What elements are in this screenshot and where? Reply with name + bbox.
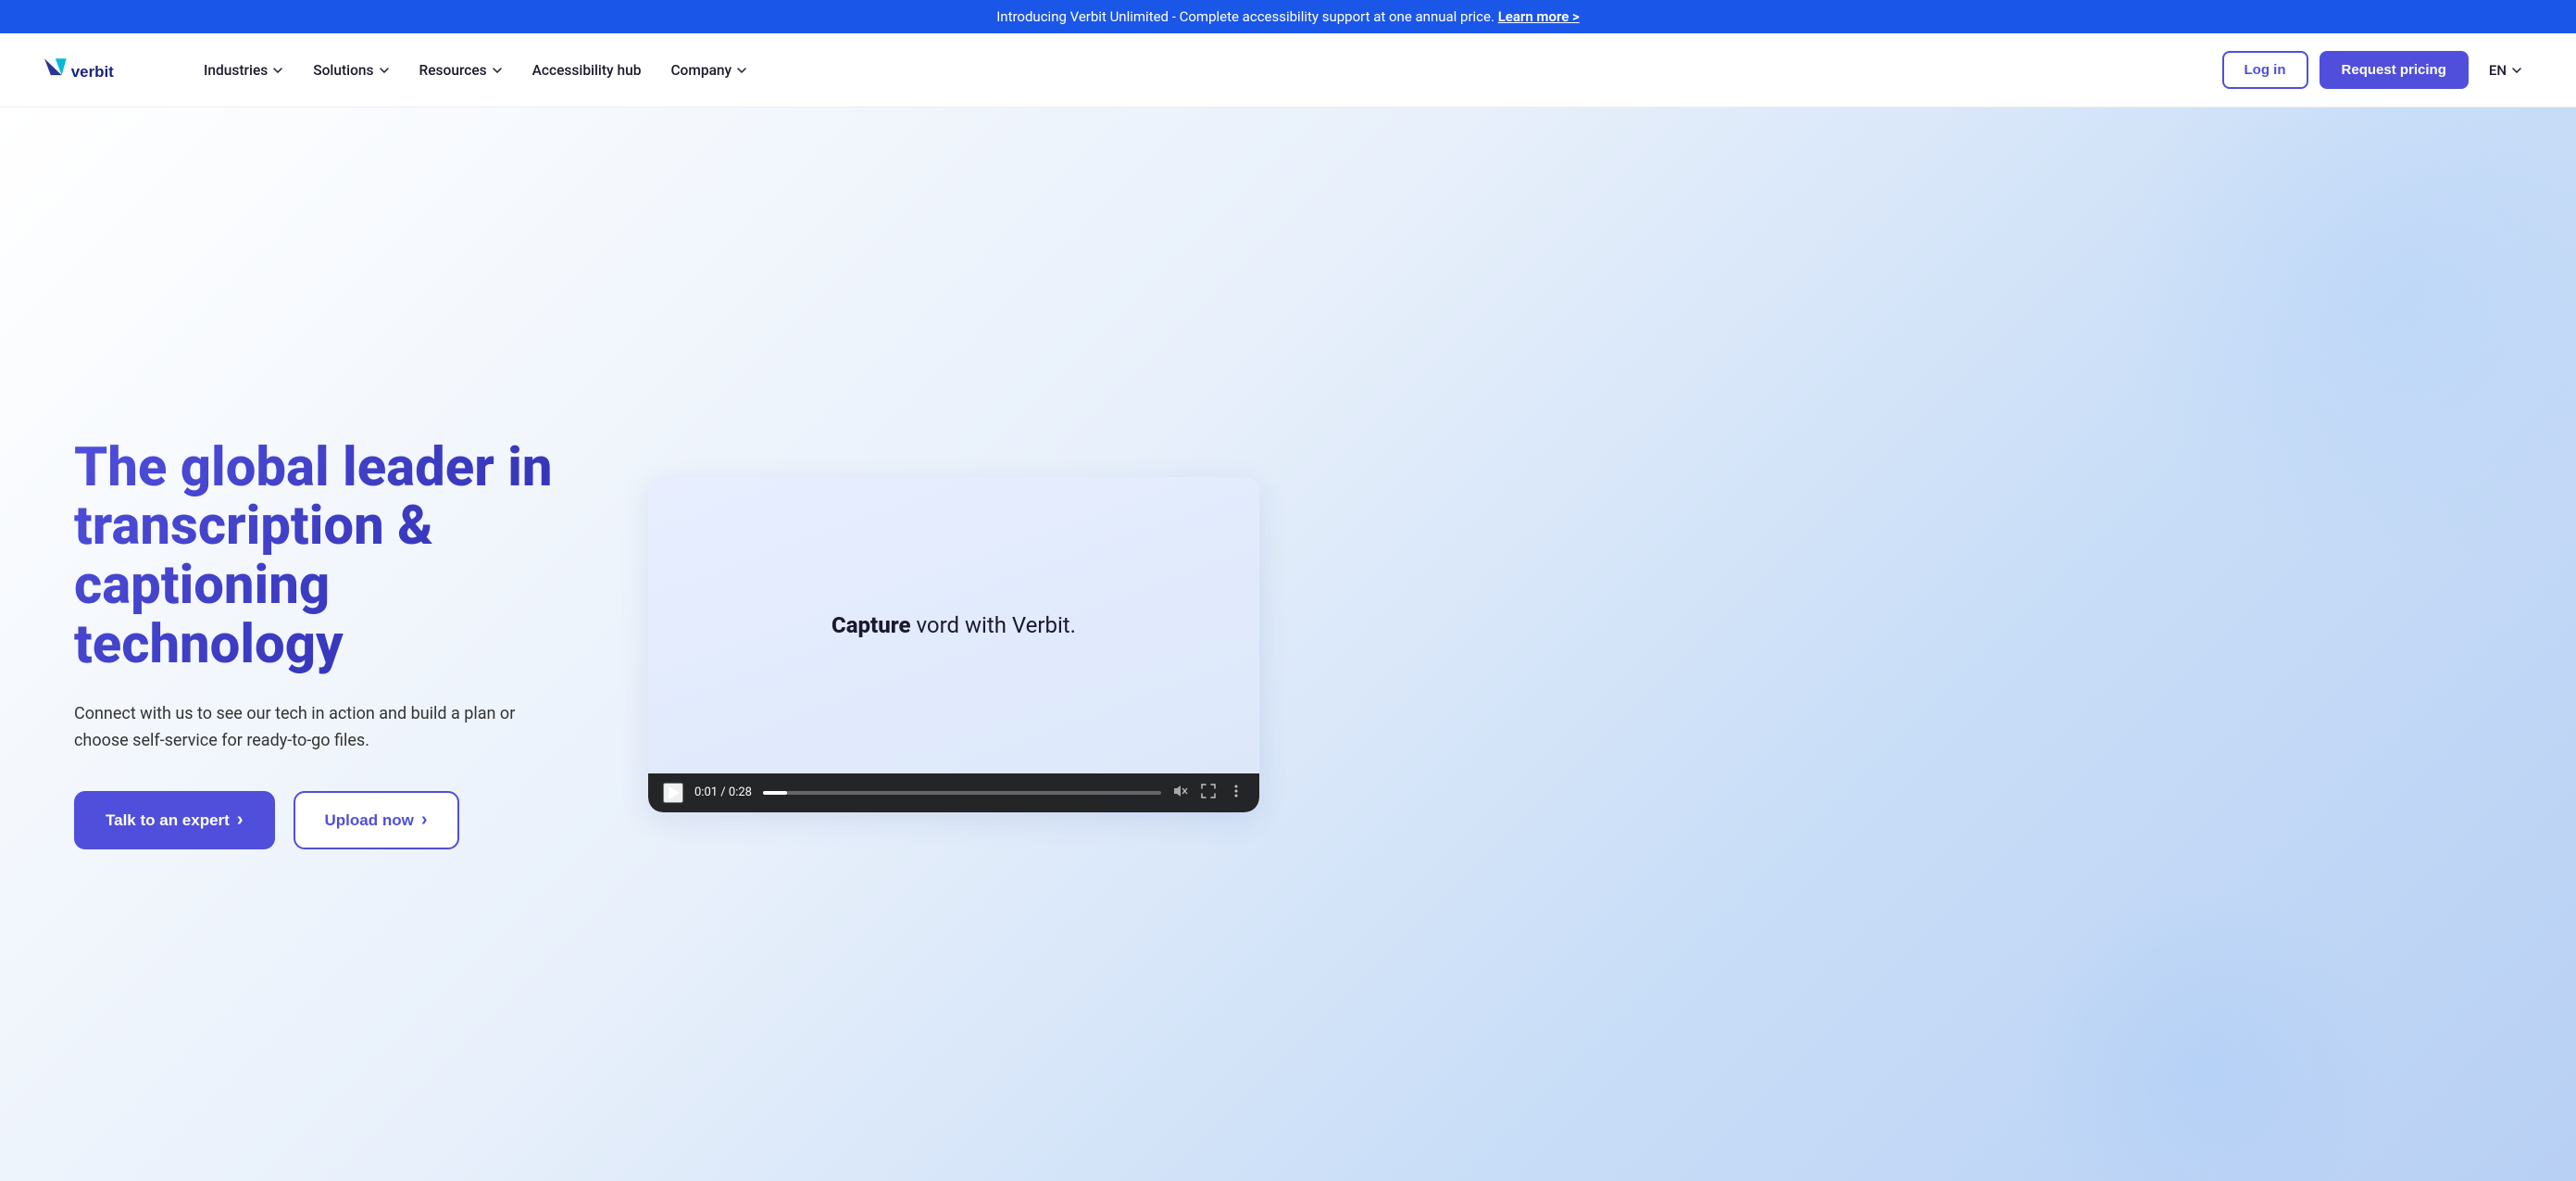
- play-icon: [665, 785, 682, 801]
- video-controls: 0:01 / 0:28: [648, 773, 1259, 812]
- nav-item-resources[interactable]: Resources: [406, 55, 516, 86]
- banner-link[interactable]: Learn more >: [1498, 8, 1580, 25]
- hero-buttons: Talk to an expert › Upload now ›: [74, 791, 593, 849]
- nav-item-solutions[interactable]: Solutions: [300, 55, 402, 86]
- nav-item-accessibility-hub[interactable]: Accessibility hub: [519, 55, 655, 86]
- video-progress-bar[interactable]: [763, 791, 1161, 795]
- nav-links: Industries Solutions Resources Accessibi…: [191, 55, 2222, 86]
- request-pricing-button[interactable]: Request pricing: [2320, 51, 2469, 89]
- hero-right: Capture vord with Verbit. 0:01 / 0:28: [648, 477, 1259, 812]
- svg-text:verbit: verbit: [71, 62, 114, 80]
- hero-subtitle: Connect with us to see our tech in actio…: [74, 701, 519, 755]
- mute-icon[interactable]: [1172, 783, 1189, 803]
- chevron-down-icon: [272, 65, 283, 76]
- logo-svg: verbit: [44, 53, 146, 88]
- video-progress-fill: [763, 791, 787, 795]
- talk-to-expert-button[interactable]: Talk to an expert ›: [74, 791, 275, 849]
- play-button[interactable]: [663, 783, 683, 803]
- top-banner: Introducing Verbit Unlimited - Complete …: [0, 0, 2576, 33]
- logo-link[interactable]: verbit: [44, 53, 146, 88]
- video-card: Capture vord with Verbit. 0:01 / 0:28: [648, 477, 1259, 812]
- video-preview[interactable]: Capture vord with Verbit.: [648, 477, 1259, 773]
- fullscreen-icon[interactable]: [1200, 783, 1217, 803]
- banner-text: Introducing Verbit Unlimited - Complete …: [996, 8, 1494, 25]
- hero-section: The global leader in transcription & cap…: [0, 107, 2576, 1181]
- chevron-down-icon: [492, 65, 503, 76]
- hero-left: The global leader in transcription & cap…: [74, 439, 593, 850]
- video-caption: Capture vord with Verbit.: [832, 612, 1076, 638]
- navigation: verbit Industries Solutions Resources Ac…: [0, 33, 2576, 107]
- nav-item-company[interactable]: Company: [657, 55, 760, 86]
- upload-now-button[interactable]: Upload now ›: [294, 791, 459, 849]
- hero-title: The global leader in transcription & cap…: [74, 439, 593, 675]
- more-options-icon[interactable]: [1228, 783, 1244, 803]
- language-selector[interactable]: EN: [2480, 55, 2532, 86]
- login-button[interactable]: Log in: [2222, 51, 2308, 89]
- chevron-down-icon: [379, 65, 390, 76]
- chevron-down-icon: [2511, 65, 2522, 76]
- nav-item-industries[interactable]: Industries: [191, 55, 296, 86]
- chevron-down-icon: [736, 65, 747, 76]
- video-time: 0:01 / 0:28: [694, 785, 752, 799]
- nav-actions: Log in Request pricing EN: [2222, 51, 2532, 89]
